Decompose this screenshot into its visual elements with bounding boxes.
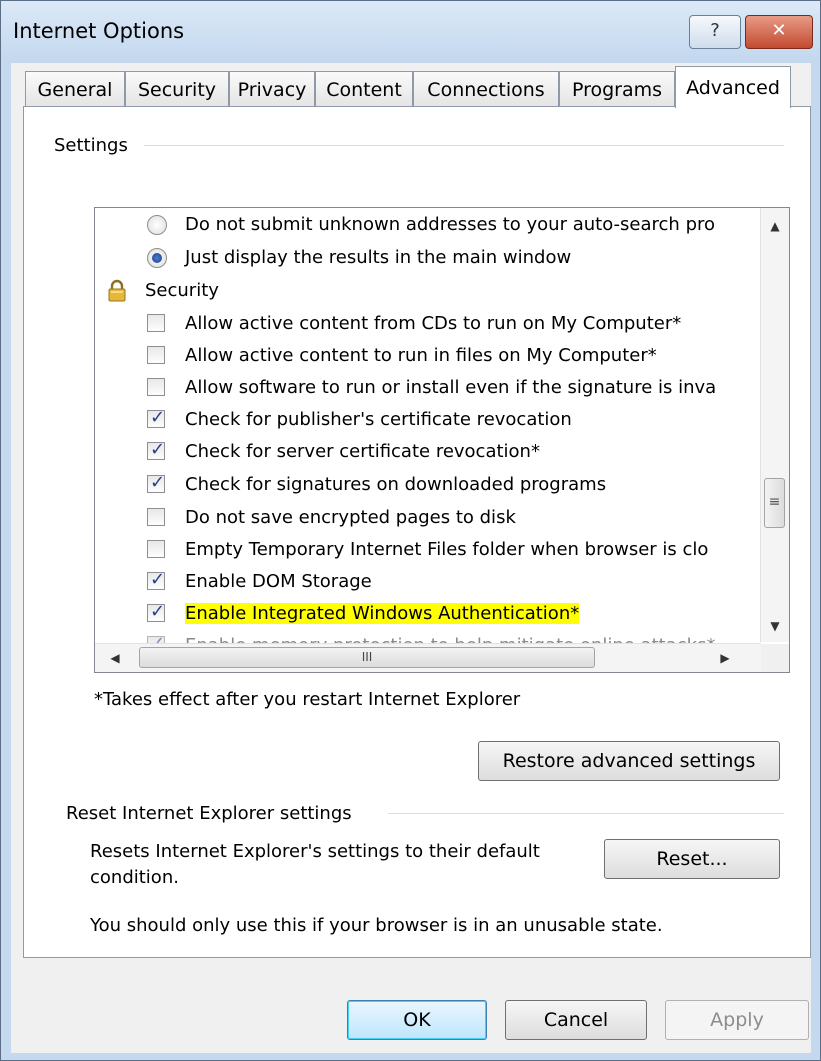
ok-button[interactable]: OK: [347, 1000, 487, 1040]
tab-security[interactable]: Security: [125, 71, 229, 107]
checkbox-checked[interactable]: ✓: [147, 472, 166, 493]
checkbox-checked[interactable]: ✓: [147, 439, 166, 460]
scroll-left-icon[interactable]: ◀: [101, 646, 129, 670]
window-title: Internet Options: [13, 19, 185, 43]
restore-advanced-settings-button[interactable]: Restore advanced settings: [478, 741, 780, 781]
settings-tree-list[interactable]: Do not submit unknown addresses to your …: [94, 207, 790, 673]
help-button[interactable]: ?: [689, 15, 741, 49]
reset-description-line1: Resets Internet Explorer's settings to t…: [90, 841, 540, 862]
restart-note: *Takes effect after you restart Internet…: [94, 689, 521, 710]
scroll-right-icon[interactable]: ▶: [711, 646, 739, 670]
setting-label: Check for publisher's certificate revoca…: [185, 409, 572, 430]
tab-connections[interactable]: Connections: [413, 71, 559, 107]
grip-icon: III: [361, 650, 373, 664]
setting-label: Check for server certificate revocation*: [185, 441, 540, 462]
check-mark-icon: ✓: [150, 472, 166, 493]
list-item[interactable]: ✓ Check for server certificate revocatio…: [95, 437, 755, 468]
list-item[interactable]: Empty Temporary Internet Files folder wh…: [95, 535, 755, 566]
horizontal-scrollbar[interactable]: ◀ III ▶: [95, 643, 761, 672]
radio-unchecked[interactable]: [147, 215, 167, 235]
setting-label: Do not submit unknown addresses to your …: [185, 214, 716, 235]
setting-label: Allow active content from CDs to run on …: [185, 313, 682, 334]
setting-label-highlighted: Enable Integrated Windows Authentication…: [185, 603, 580, 624]
checkbox-checked[interactable]: ✓: [147, 601, 166, 622]
list-item[interactable]: ✓ Check for publisher's certificate revo…: [95, 405, 755, 436]
check-mark-icon: ✓: [150, 407, 166, 428]
radio-dot-icon: [152, 253, 162, 263]
checkbox-checked[interactable]: ✓: [147, 407, 166, 428]
setting-label: Enable DOM Storage: [185, 571, 372, 592]
tab-advanced[interactable]: Advanced: [675, 66, 791, 108]
checkbox-unchecked[interactable]: [147, 346, 165, 364]
cancel-button[interactable]: Cancel: [505, 1000, 647, 1040]
tab-general[interactable]: General: [25, 71, 125, 107]
checkbox-unchecked[interactable]: [147, 540, 165, 558]
help-icon: ?: [710, 20, 720, 41]
internet-options-window: Internet Options ? ✕ General Security Pr…: [0, 0, 821, 1061]
close-button[interactable]: ✕: [745, 15, 813, 49]
list-item[interactable]: ✓ Enable Integrated Windows Authenticati…: [95, 599, 755, 630]
category-label: Security: [145, 280, 219, 301]
list-item[interactable]: Do not save encrypted pages to disk: [95, 503, 755, 534]
vertical-scrollbar[interactable]: ▲ ≡ ▼: [760, 208, 789, 642]
reset-warning: You should only use this if your browser…: [90, 915, 663, 936]
list-item[interactable]: Allow software to run or install even if…: [95, 373, 755, 404]
horizontal-scroll-thumb[interactable]: III: [139, 647, 595, 668]
setting-label: Just display the results in the main win…: [185, 247, 572, 268]
reset-group-label: Reset Internet Explorer settings: [66, 803, 360, 824]
tab-privacy[interactable]: Privacy: [229, 71, 315, 107]
check-mark-icon: ✓: [150, 439, 166, 460]
grip-icon: ≡: [768, 494, 781, 510]
category-security: Security: [95, 276, 755, 307]
reset-group-divider: [388, 813, 784, 814]
reset-button[interactable]: Reset...: [604, 839, 780, 879]
reset-description-line2: condition.: [90, 867, 179, 888]
title-bar[interactable]: Internet Options ? ✕: [1, 1, 820, 63]
checkbox-checked[interactable]: ✓: [147, 569, 166, 590]
setting-label: Allow active content to run in files on …: [185, 345, 657, 366]
radio-checked[interactable]: [147, 248, 167, 268]
list-item[interactable]: ✓ Enable DOM Storage: [95, 567, 755, 598]
list-item[interactable]: Do not submit unknown addresses to your …: [95, 210, 755, 241]
setting-label: Do not save encrypted pages to disk: [185, 507, 516, 528]
checkbox-unchecked[interactable]: [147, 508, 165, 526]
apply-button[interactable]: Apply: [665, 1000, 809, 1040]
setting-label: Check for signatures on downloaded progr…: [185, 474, 607, 495]
settings-group-label: Settings: [54, 135, 136, 156]
checkbox-unchecked[interactable]: [147, 314, 165, 332]
dialog-client-area: General Security Privacy Content Connect…: [11, 63, 811, 1053]
setting-label: Allow software to run or install even if…: [185, 377, 717, 398]
check-mark-icon: ✓: [150, 569, 166, 590]
check-mark-icon: ✓: [150, 601, 166, 622]
close-icon: ✕: [771, 20, 787, 41]
vertical-scroll-thumb[interactable]: ≡: [764, 478, 785, 528]
tab-content[interactable]: Content: [315, 71, 413, 107]
setting-label: Empty Temporary Internet Files folder wh…: [185, 539, 709, 560]
checkbox-unchecked[interactable]: [147, 378, 165, 396]
list-item[interactable]: Allow active content from CDs to run on …: [95, 309, 755, 340]
lock-icon: [108, 279, 126, 302]
scrollbar-corner: [761, 644, 789, 672]
advanced-tab-panel: Settings Do not submit unknown addresses…: [23, 106, 811, 958]
scroll-up-icon[interactable]: ▲: [761, 214, 789, 238]
list-item[interactable]: Allow active content to run in files on …: [95, 341, 755, 372]
settings-group-divider: [144, 145, 784, 146]
tab-programs[interactable]: Programs: [559, 71, 675, 107]
scroll-down-icon[interactable]: ▼: [761, 614, 789, 638]
list-item[interactable]: ✓ Check for signatures on downloaded pro…: [95, 470, 755, 501]
list-item[interactable]: Just display the results in the main win…: [95, 243, 755, 274]
